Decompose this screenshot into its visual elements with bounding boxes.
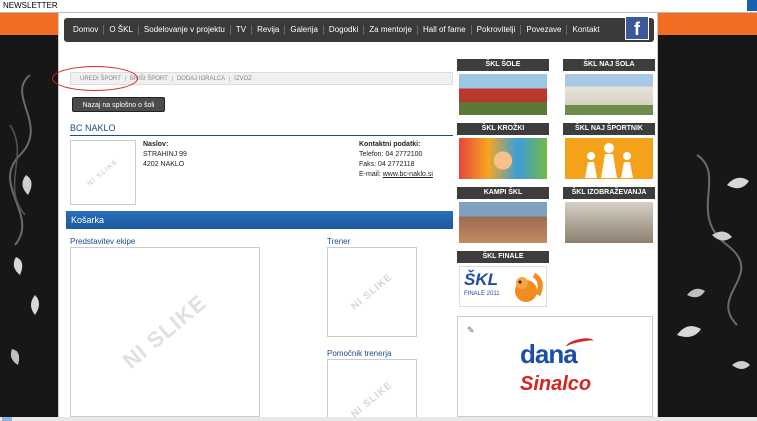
no-image-label: NI SLIKE bbox=[349, 271, 395, 313]
card-title: ŠKL NAJ ŠOLA bbox=[563, 59, 655, 71]
main-container: Domov O ŠKL Sodelovanje v projektu TV Re… bbox=[58, 13, 658, 417]
finale-logo-image[interactable]: ŠKL FINALE 2011 bbox=[459, 266, 547, 307]
swirl-right-icon bbox=[677, 154, 750, 369]
no-image-label: NI SLIKE bbox=[117, 289, 212, 374]
sinalco-logo: Sinalco bbox=[520, 373, 592, 395]
best-school-image[interactable] bbox=[565, 74, 653, 115]
browser-bottom-strip bbox=[0, 417, 757, 421]
nav-item-hall-of-fame[interactable]: Hall of fame bbox=[418, 25, 472, 35]
team-section-title: Predstavitev ekipe bbox=[70, 237, 136, 246]
contact-label: Kontaktni podatki: bbox=[359, 141, 421, 148]
skl-logo-text: ŠKL bbox=[464, 270, 498, 289]
right-decoration bbox=[657, 35, 757, 421]
nav-item-za-mentorje[interactable]: Za mentorje bbox=[364, 25, 418, 35]
assistant-section-title: Pomočnik trenerja bbox=[327, 349, 392, 358]
education-class-image[interactable] bbox=[565, 202, 653, 243]
card-title: KAMPI ŠKL bbox=[457, 187, 549, 199]
highlight-circle bbox=[52, 66, 138, 91]
camp-group-image[interactable] bbox=[459, 202, 547, 243]
nav-item-domov[interactable]: Domov bbox=[68, 25, 105, 35]
email-prefix: E-mail: bbox=[359, 171, 383, 178]
card-title: ŠKL ŠOLE bbox=[457, 59, 549, 71]
email-link[interactable]: www.bc-naklo.si bbox=[383, 171, 433, 178]
taskbar-thumb-icon[interactable] bbox=[2, 417, 12, 421]
best-athlete-image[interactable] bbox=[565, 138, 653, 179]
no-image-label: NI SLIKE bbox=[349, 379, 395, 417]
card-title: ŠKL NAJ ŠPORTNIK bbox=[563, 123, 655, 135]
nav-item-tv[interactable]: TV bbox=[231, 25, 253, 35]
card-skl-naj-sportnik[interactable]: ŠKL NAJ ŠPORTNIK bbox=[563, 123, 655, 182]
corner-icon[interactable] bbox=[747, 0, 757, 11]
pencil-icon[interactable]: ✎ bbox=[467, 325, 475, 336]
newsletter-bar: NEWSLETTER bbox=[0, 0, 757, 13]
card-skl-naj-sola[interactable]: ŠKL NAJ ŠOLA bbox=[563, 59, 655, 118]
card-skl-krozki[interactable]: ŠKL KROŽKI bbox=[457, 123, 549, 182]
card-title: ŠKL FINALE bbox=[457, 251, 549, 263]
facebook-icon[interactable]: f bbox=[625, 16, 649, 40]
nav-item-sodelovanje[interactable]: Sodelovanje v projektu bbox=[139, 25, 231, 35]
address-line-2: 4202 NAKLO bbox=[143, 161, 185, 168]
sport-header: Košarka bbox=[66, 211, 453, 229]
squirrel-mascot-icon bbox=[515, 272, 543, 302]
fax-text: Faks: 04 2772118 bbox=[359, 161, 415, 168]
card-kampi-skl[interactable]: KAMPI ŠKL bbox=[457, 187, 549, 246]
card-title: ŠKL KROŽKI bbox=[457, 123, 549, 135]
card-skl-izobrazevanja[interactable]: ŠKL IZOBRAŽEVANJA bbox=[563, 187, 655, 246]
nav-item-o-skl[interactable]: O ŠKL bbox=[104, 25, 139, 35]
tab-dodaj-igralca[interactable]: DODAJ IGRALCA bbox=[173, 75, 231, 82]
team-photo-placeholder: NI SLIKE bbox=[70, 247, 260, 417]
club-logo-placeholder: NI SLIKE bbox=[70, 140, 136, 205]
tab-izvoz[interactable]: IZVOZ bbox=[230, 76, 256, 82]
sponsor-ad[interactable]: ✎ dana Sinalco bbox=[457, 316, 653, 417]
nav-item-kontakt[interactable]: Kontakt bbox=[567, 25, 604, 35]
no-image-label: NI SLIKE bbox=[86, 157, 120, 188]
nav-item-pokrovitelji[interactable]: Pokrovitelji bbox=[472, 25, 522, 35]
back-to-school-button[interactable]: Nazaj na splošno o šoli bbox=[72, 97, 165, 112]
finale-year-text: FINALE 2011 bbox=[464, 291, 500, 297]
nav-item-povezave[interactable]: Povezave bbox=[521, 25, 568, 35]
newsletter-label[interactable]: NEWSLETTER bbox=[3, 1, 58, 10]
card-title: ŠKL IZOBRAŽEVANJA bbox=[563, 187, 655, 199]
nav-item-dogodki[interactable]: Dogodki bbox=[324, 25, 365, 35]
card-skl-sole[interactable]: ŠKL ŠOLE bbox=[457, 59, 549, 118]
club-name: BC NAKLO bbox=[70, 123, 453, 136]
card-skl-finale[interactable]: ŠKL FINALE ŠKL FINALE 2011 bbox=[457, 251, 549, 310]
phone-text: Telefon: 04 2772100 bbox=[359, 151, 423, 158]
nav-item-revija[interactable]: Revija bbox=[252, 25, 286, 35]
address-block: Naslov: STRAHINJ 99 4202 NAKLO bbox=[143, 140, 187, 170]
left-decoration bbox=[0, 35, 58, 421]
swirl-left-icon bbox=[9, 74, 39, 365]
coach-section-title: Trener bbox=[327, 237, 351, 246]
painted-hands-image[interactable] bbox=[459, 138, 547, 179]
assistant-photo-placeholder: NI SLIKE bbox=[327, 359, 417, 417]
main-nav: Domov O ŠKL Sodelovanje v projektu TV Re… bbox=[64, 16, 654, 42]
school-building-image[interactable] bbox=[459, 74, 547, 115]
contact-block: Kontaktni podatki: Telefon: 04 2772100 F… bbox=[359, 140, 433, 180]
address-label: Naslov: bbox=[143, 141, 169, 148]
address-line-1: STRAHINJ 99 bbox=[143, 151, 187, 158]
coach-photo-placeholder: NI SLIKE bbox=[327, 247, 417, 337]
nav-item-galerija[interactable]: Galerija bbox=[285, 25, 324, 35]
trophy-figures-icon bbox=[585, 143, 633, 178]
